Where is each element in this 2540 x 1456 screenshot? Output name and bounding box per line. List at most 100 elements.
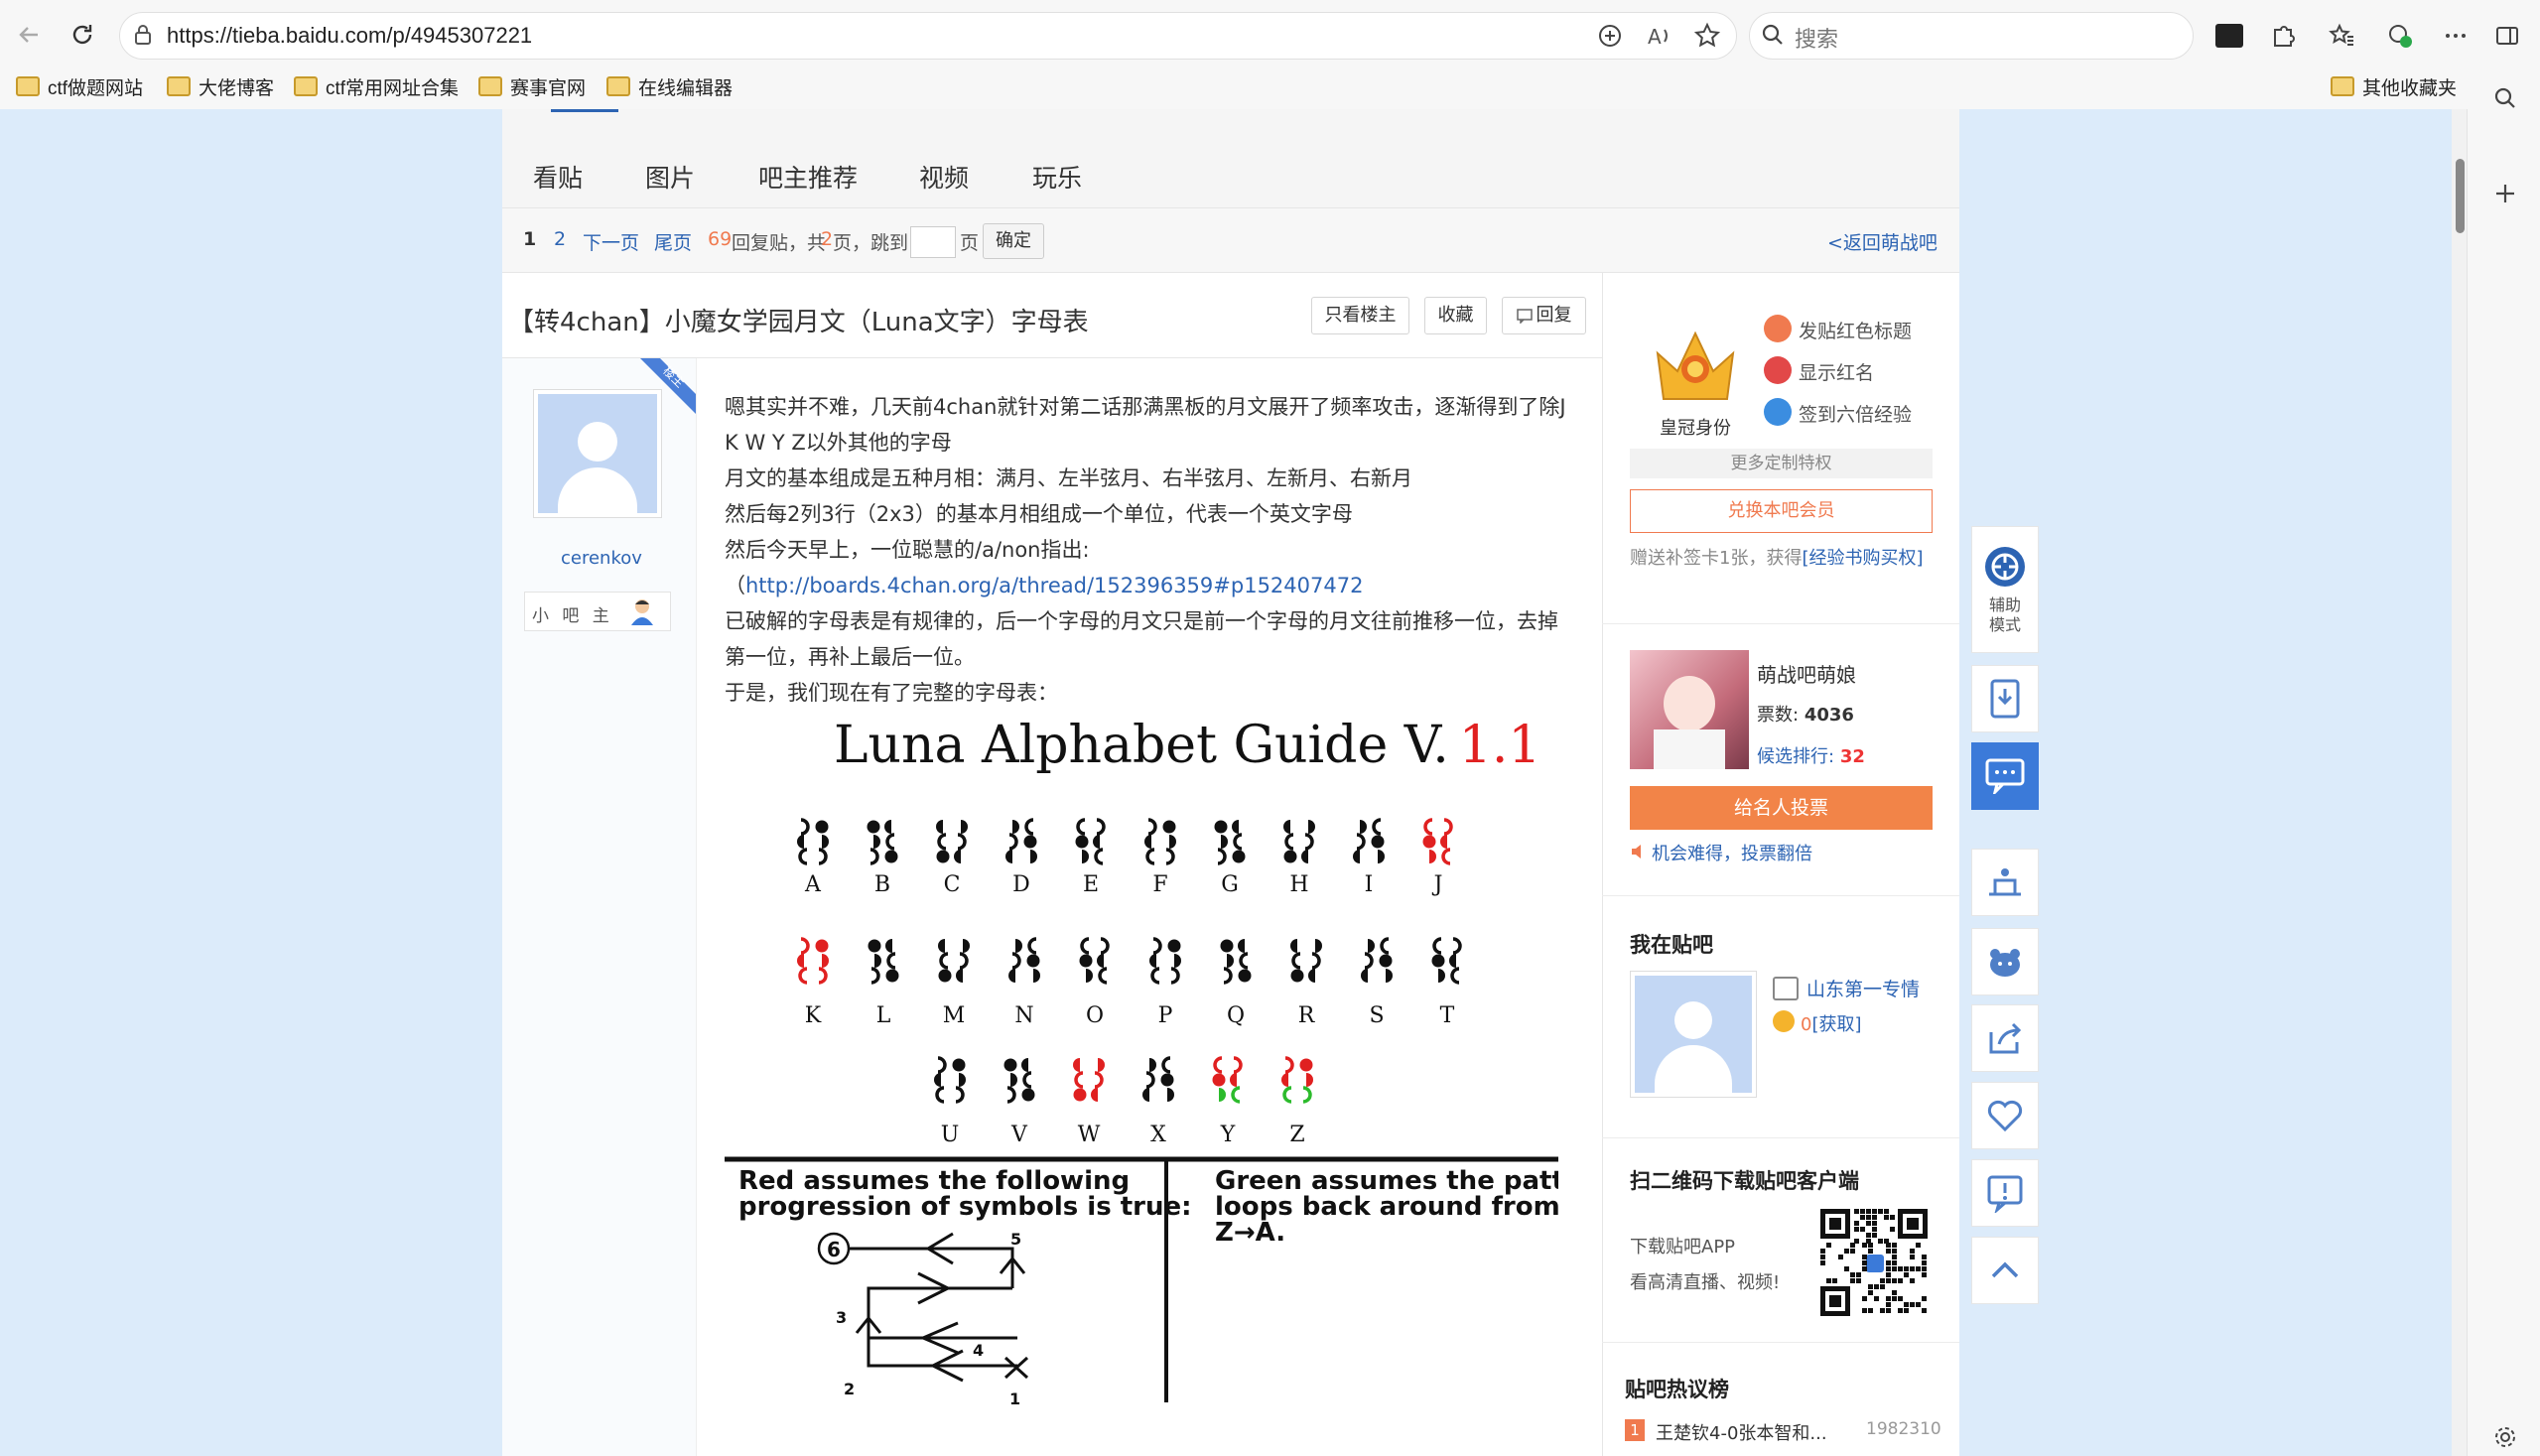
luna-moon-mark <box>1290 939 1297 953</box>
vote-button[interactable]: 给名人投票 <box>1630 786 1933 830</box>
mascot-title[interactable]: 萌战吧萌娘 <box>1757 659 1856 688</box>
share-button[interactable] <box>1971 1004 2039 1072</box>
back-icon[interactable] <box>14 20 44 50</box>
luna-moon-mark <box>800 818 810 836</box>
folder-icon <box>16 76 40 96</box>
magic-hat-button[interactable] <box>1971 849 2039 916</box>
get-points-link[interactable]: [获取] <box>1811 1014 1861 1035</box>
tab-recommended[interactable]: 吧主推荐 <box>758 159 858 195</box>
reload-icon[interactable] <box>67 20 97 50</box>
bookmark-other[interactable]: 其他收藏夹 <box>2331 72 2457 100</box>
puzzle-icon[interactable] <box>2269 22 2297 50</box>
more-menu-icon[interactable] <box>2442 22 2470 50</box>
qr-line-2: 看高清直播、视频! <box>1630 1272 1781 1293</box>
reply-button[interactable]: 回复 <box>1502 297 1586 334</box>
like-button[interactable] <box>1971 1082 2039 1149</box>
luna-moon-mark <box>1371 835 1385 849</box>
svg-text:6: 6 <box>827 1238 841 1261</box>
luna-moon-mark <box>1033 969 1040 983</box>
luna-moon-mark <box>873 835 880 849</box>
url-text[interactable]: https://tieba.baidu.com/p/4945307221 <box>167 23 532 49</box>
translate-icon[interactable] <box>1596 22 1624 50</box>
bear-button[interactable] <box>1971 928 2039 995</box>
vote-tip-link[interactable]: 机会难得，投票翻倍 <box>1652 840 1812 865</box>
luna-moon-mark <box>1015 939 1022 953</box>
note-red-2: progression of symbols is true: <box>738 1192 1192 1222</box>
divider <box>1602 895 1959 896</box>
redeem-member-button[interactable]: 兑换本吧会员 <box>1630 489 1933 533</box>
more-privileges-toggle[interactable]: 更多定制特权 <box>1630 449 1933 478</box>
my-avatar[interactable] <box>1630 971 1757 1098</box>
jump-ok-button[interactable]: 确定 <box>983 223 1044 259</box>
svg-text:1: 1 <box>1009 1390 1020 1408</box>
luna-alphabet-image[interactable]: Luna Alphabet Guide V. 1.1 A B C D E F G H I J K L M N… <box>725 723 1558 1417</box>
gift-link[interactable]: [经验书购买权] <box>1802 548 1923 569</box>
privilege-red-title: 发贴红色标题 <box>1799 321 1913 342</box>
my-bar-heading: 我在贴吧 <box>1630 933 1713 957</box>
bookmark-ctf-sites[interactable]: ctf做题网站 <box>16 72 143 100</box>
page-2-link[interactable]: 2 <box>554 228 566 250</box>
luna-moon-mark <box>1169 835 1176 849</box>
post-link[interactable]: http://boards.4chan.org/a/thread/1523963… <box>745 574 1363 597</box>
tab-images[interactable]: 图片 <box>645 159 695 195</box>
luna-moon-mark <box>1145 848 1155 865</box>
extension-icon[interactable] <box>2215 24 2243 48</box>
luna-moon-mark <box>1219 1088 1226 1102</box>
author-name-link[interactable]: cerenkov <box>561 548 642 569</box>
figure-title: Luna Alphabet Guide V. 1.1 <box>834 723 1540 775</box>
post-paragraph: 然后今天早上，一位聪慧的/a/non指出: <box>725 538 1090 562</box>
tab-videos[interactable]: 视频 <box>919 159 969 195</box>
collections-icon[interactable] <box>2386 22 2414 50</box>
luna-moon-mark <box>1142 1088 1149 1102</box>
luna-moon-mark <box>1006 1086 1016 1104</box>
my-points: 0[获取] <box>1801 1014 1862 1035</box>
qr-heading: 扫二维码下载贴吧客户端 <box>1630 1169 1859 1193</box>
mascot-image[interactable] <box>1630 650 1749 769</box>
bookmark-blogs[interactable]: 大佬博客 <box>167 72 274 100</box>
favorite-button[interactable]: 收藏 <box>1424 297 1487 334</box>
favorite-star-icon[interactable] <box>1693 22 1721 50</box>
scrollbar[interactable] <box>2452 109 2467 1456</box>
read-aloud-icon[interactable]: A <box>1646 22 1673 50</box>
last-page-link[interactable]: 尾页 <box>654 228 692 255</box>
assist-mode-icon <box>1982 544 2028 590</box>
only-op-button[interactable]: 只看楼主 <box>1311 297 1409 334</box>
hot-item-link[interactable]: 王楚钦4-0张本智和... <box>1656 1419 1827 1445</box>
privilege-red-name: 显示红名 <box>1799 362 1875 384</box>
luna-moon-mark <box>1024 818 1034 836</box>
download-app-button[interactable] <box>1971 665 2039 732</box>
jump-page-input[interactable] <box>910 226 956 258</box>
chat-button[interactable] <box>1971 742 2039 810</box>
luna-moon-mark <box>1379 954 1393 968</box>
back-to-top-button[interactable] <box>1971 1237 2039 1304</box>
report-button[interactable] <box>1971 1159 2039 1227</box>
favorites-icon[interactable] <box>2329 22 2356 50</box>
share-icon <box>1989 1022 2022 1054</box>
rail-add-icon[interactable] <box>2491 180 2519 207</box>
luna-moon-mark <box>1233 833 1243 851</box>
back-to-bar-link[interactable]: <返回萌战吧 <box>1827 228 1938 255</box>
assist-mode-button[interactable]: 辅助 模式 <box>1971 526 2039 653</box>
next-page-link[interactable]: 下一页 <box>583 228 639 255</box>
my-username[interactable]: 山东第一专情 <box>1806 975 1920 1001</box>
bookmark-ctf-urls[interactable]: ctf常用网址合集 <box>294 72 459 100</box>
luna-letter-label: I <box>1365 872 1374 897</box>
tab-fun[interactable]: 玩乐 <box>1032 159 1082 195</box>
bookmark-editors[interactable]: 在线编辑器 <box>606 72 733 100</box>
sidebar-toggle-icon[interactable] <box>2493 22 2521 50</box>
settings-gear-icon[interactable] <box>2492 1424 2518 1450</box>
luna-moon-mark <box>959 1073 966 1087</box>
luna-letter-label: K <box>805 1003 822 1028</box>
tab-posts[interactable]: 看贴 <box>533 159 583 195</box>
luna-moon-mark <box>1378 850 1385 863</box>
luna-moon-mark <box>934 1073 941 1087</box>
lock-icon[interactable] <box>132 24 154 46</box>
scrollbar-thumb[interactable] <box>2456 159 2465 233</box>
bookmark-contests[interactable]: 赛事官网 <box>478 72 586 100</box>
reply-label: 回复贴，共 <box>732 232 827 254</box>
qr-line-1: 下载贴吧APP <box>1630 1237 1736 1257</box>
luna-moon-mark <box>1315 939 1322 953</box>
luna-moon-mark <box>885 833 895 851</box>
rail-search-icon[interactable] <box>2491 84 2519 112</box>
luna-moon-mark <box>1079 954 1093 968</box>
